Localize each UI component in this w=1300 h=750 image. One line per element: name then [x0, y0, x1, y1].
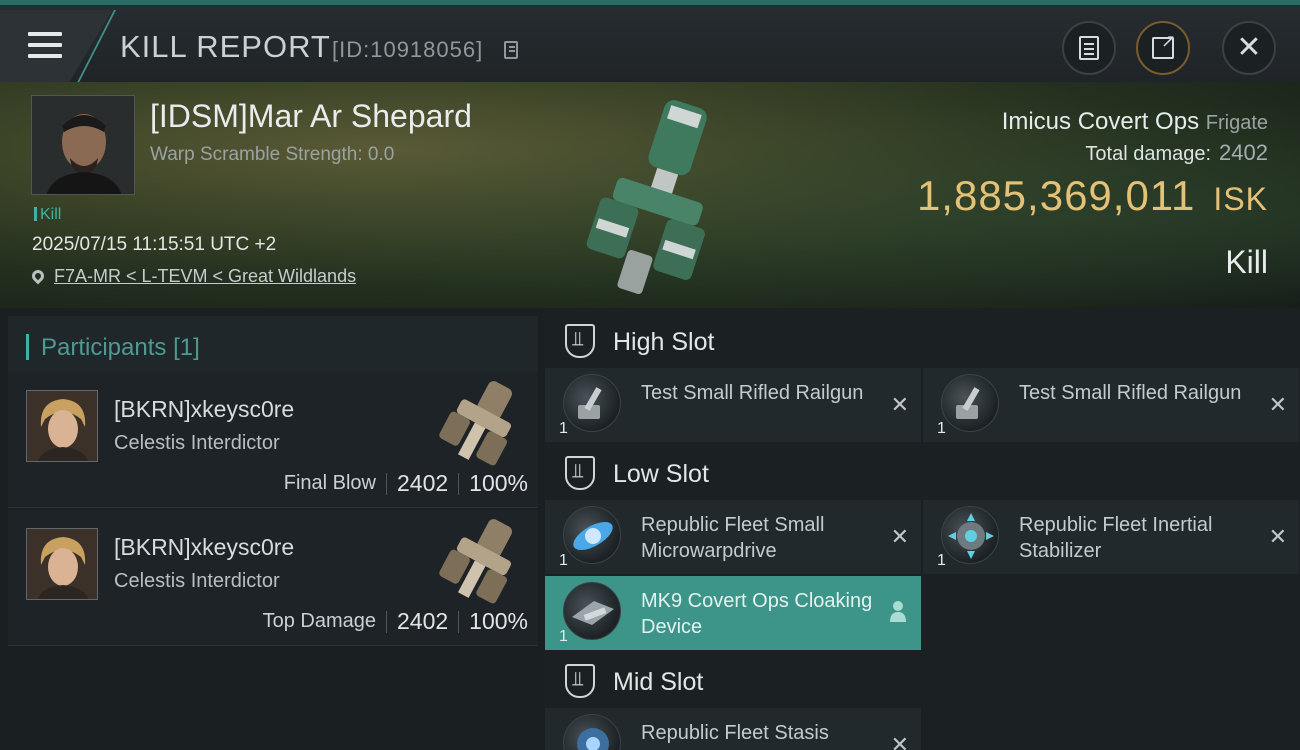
stabilizer-icon	[941, 506, 999, 564]
high-slot-icon	[565, 324, 595, 358]
module-name: Republic Fleet Inertial Stabilizer	[1019, 514, 1213, 562]
ship-name: Imicus Covert Ops	[1001, 108, 1200, 135]
total-damage-label: Total damage:	[1085, 143, 1212, 165]
dropped-person-icon	[890, 601, 906, 622]
low-slot-icon	[565, 456, 595, 490]
participant-percent: 100%	[469, 470, 528, 496]
location-pin-icon	[29, 267, 47, 285]
header-bar: KILL REPORT [ID:10918056] ✕	[0, 0, 1300, 82]
copy-id-icon[interactable]	[504, 41, 518, 59]
microwarpdrive-icon	[563, 506, 621, 564]
module-quantity: 1	[559, 552, 568, 569]
participants-label: Participants [1]	[41, 334, 200, 361]
participants-panel: Participants [1] [BKRN]xkeysc0re Celesti…	[0, 308, 543, 750]
module-low-3[interactable]: 1 MK9 Covert Ops Cloaking Device	[545, 576, 921, 650]
module-low-1[interactable]: 1 Republic Fleet Small Microwarpdrive ✕	[545, 500, 921, 574]
page-title: KILL REPORT	[120, 29, 331, 64]
destroyed-icon: ✕	[890, 524, 909, 549]
module-name: Republic Fleet Small Microwarpdrive	[641, 514, 825, 562]
clipboard-button[interactable]	[1062, 21, 1116, 75]
isk-amount: 1,885,369,011	[916, 172, 1196, 219]
participant-card[interactable]: [BKRN]xkeysc0re Celestis Interdictor Top…	[8, 510, 538, 646]
participant-avatar[interactable]	[26, 528, 98, 600]
mid-slot-icon	[565, 664, 595, 698]
isk-unit: ISK	[1213, 181, 1268, 217]
railgun-icon	[941, 374, 999, 432]
total-damage: Total damage: 2402	[1085, 140, 1268, 166]
participant-damage: 2402	[397, 470, 449, 496]
destroyed-icon: ✕	[890, 732, 909, 750]
participant-role: Top Damage	[262, 610, 376, 632]
share-icon	[1152, 31, 1176, 59]
kill-datetime: 2025/07/15 11:15:51 UTC +2	[32, 234, 277, 255]
module-quantity: 1	[937, 420, 946, 437]
destroyed-icon: ✕	[890, 392, 909, 417]
share-button[interactable]	[1136, 21, 1190, 75]
participant-name[interactable]: [BKRN]xkeysc0re	[114, 534, 294, 561]
participant-avatar[interactable]	[26, 390, 98, 462]
participant-percent: 100%	[469, 608, 528, 634]
module-name: Republic Fleet Stasis	[641, 722, 829, 744]
participant-ship-image	[439, 381, 513, 466]
module-high-2[interactable]: 1 Test Small Rifled Railgun ✕	[923, 368, 1299, 442]
header-accent	[26, 334, 29, 360]
kill-id: [ID:10918056]	[332, 37, 484, 62]
module-quantity: 1	[559, 628, 568, 645]
railgun-icon	[563, 374, 621, 432]
participant-damage: 2402	[397, 608, 449, 634]
clipboard-icon	[1079, 36, 1099, 60]
participant-ship-image	[439, 519, 513, 604]
warp-scramble: Warp Scramble Strength: 0.0	[150, 144, 395, 165]
module-name: Test Small Rifled Railgun	[641, 382, 864, 404]
module-high-1[interactable]: 1 Test Small Rifled Railgun ✕	[545, 368, 921, 442]
total-damage-value: 2402	[1219, 140, 1268, 165]
high-slot-label: High Slot	[613, 328, 715, 356]
mid-slot-header: Mid Slot	[543, 650, 1300, 712]
ship-class: Frigate	[1205, 112, 1268, 134]
victim-portrait[interactable]	[31, 95, 135, 195]
low-slot-label: Low Slot	[613, 460, 709, 488]
module-low-2[interactable]: 1 Republic Fleet Inertial Stabilizer ✕	[923, 500, 1299, 574]
participant-card[interactable]: [BKRN]xkeysc0re Celestis Interdictor Fin…	[8, 372, 538, 508]
victim-name[interactable]: [IDSM]Mar Ar Shepard	[150, 98, 472, 135]
kill-result: Kill	[1225, 244, 1268, 280]
fitting-panel: High Slot 1 Test Small Rifled Railgun ✕ …	[543, 308, 1300, 750]
isk-value: 1,885,369,011 ISK	[917, 172, 1268, 220]
victim-ship-image	[586, 100, 707, 295]
participant-stats: Top Damage 2402 100%	[263, 608, 528, 635]
participant-ship: Celestis Interdictor	[114, 570, 280, 592]
mid-slot-label: Mid Slot	[613, 668, 704, 696]
participant-ship: Celestis Interdictor	[114, 432, 280, 454]
destroyed-icon: ✕	[1268, 524, 1287, 549]
close-icon: ✕	[1236, 31, 1262, 64]
participant-stats: Final Blow 2402 100%	[284, 470, 528, 497]
location-link[interactable]: F7A-MR < L-TEVM < Great Wildlands	[54, 266, 356, 286]
module-quantity: 1	[559, 420, 568, 437]
kill-location[interactable]: F7A-MR < L-TEVM < Great Wildlands	[29, 266, 356, 287]
cloaking-device-icon	[563, 582, 621, 640]
close-button[interactable]: ✕	[1222, 21, 1276, 75]
module-name: Test Small Rifled Railgun	[1019, 382, 1242, 404]
low-slot-header: Low Slot	[543, 442, 1300, 504]
module-mid-1[interactable]: 1 Republic Fleet Stasis ✕	[545, 708, 921, 750]
module-quantity: 1	[937, 552, 946, 569]
victim-banner: [IDSM]Mar Ar Shepard Warp Scramble Stren…	[0, 82, 1300, 308]
module-name: MK9 Covert Ops Cloaking Device	[641, 590, 873, 638]
participant-name[interactable]: [BKRN]xkeysc0re	[114, 396, 294, 423]
kill-tag: Kill	[34, 206, 61, 224]
high-slot-header: High Slot	[543, 310, 1300, 372]
participant-role: Final Blow	[283, 472, 376, 494]
destroyed-icon: ✕	[1268, 392, 1287, 417]
victim-ship[interactable]: Imicus Covert Ops Frigate	[1002, 108, 1268, 136]
stasis-web-icon	[563, 714, 621, 750]
participants-header[interactable]: Participants [1]	[8, 316, 538, 372]
